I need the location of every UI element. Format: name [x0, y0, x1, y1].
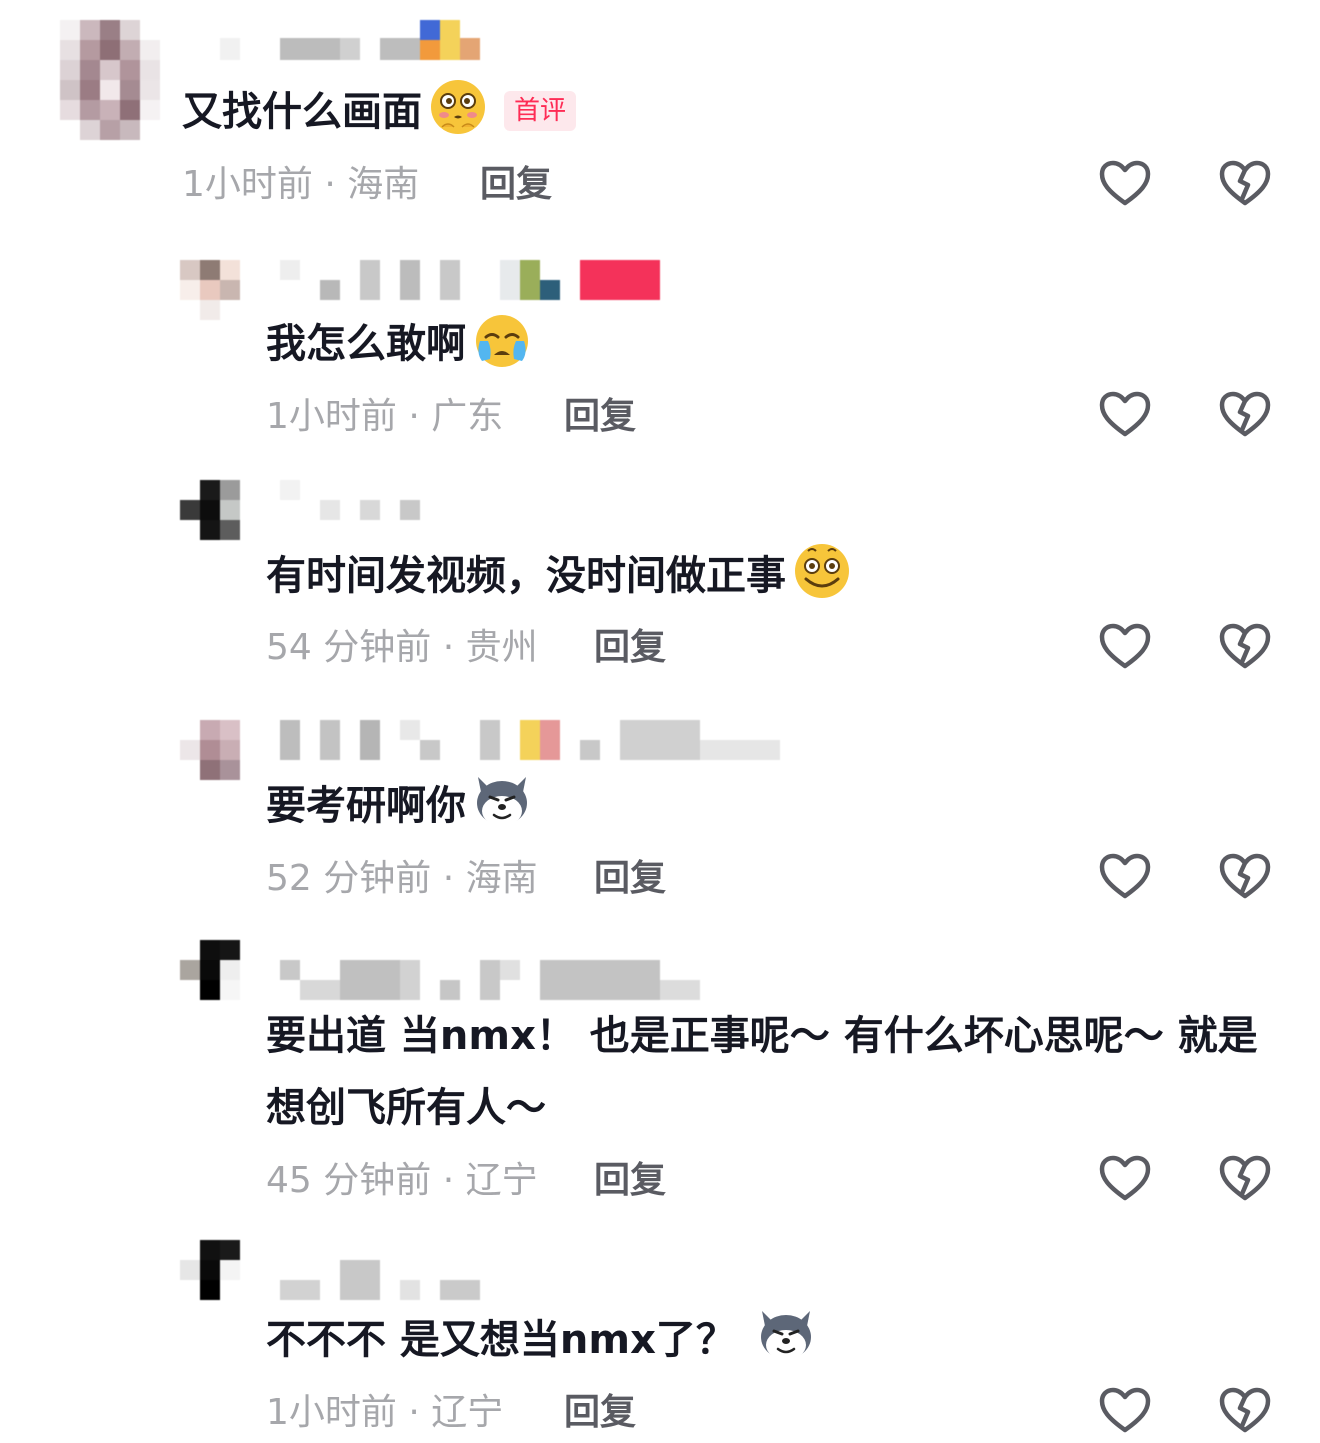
reply-button[interactable]: 回复: [564, 392, 636, 442]
avatar[interactable]: [180, 940, 240, 1000]
avatar[interactable]: [180, 260, 240, 320]
avatar[interactable]: [60, 20, 160, 140]
reply-button[interactable]: 回复: [564, 1388, 636, 1438]
heart-outline-icon: [1098, 388, 1152, 442]
reply-item: 要出道 当nmx！ 也是正事呢～ 有什么坏心思呢～ 就是想创飞所有人～ 45 分…: [0, 930, 1320, 1230]
crying-emoji-icon: [476, 315, 528, 367]
reply-item: 不不不 是又想当nmx了？ 1小时前 · 辽宁 回复: [0, 1230, 1320, 1443]
dislike-button[interactable]: [1218, 1384, 1272, 1438]
comment-text: 要出道 当nmx！ 也是正事呢～ 有什么坏心思呢～ 就是想创飞所有人～: [266, 1013, 1258, 1131]
husky-dog-emoji-icon: [760, 1311, 811, 1360]
like-button[interactable]: [1098, 620, 1152, 674]
reply-button[interactable]: 回复: [594, 1156, 666, 1206]
username-redacted[interactable]: [280, 260, 660, 300]
comment-text: 不不不 是又想当nmx了？: [266, 1304, 816, 1376]
reply-item: 我怎么敢啊 1小时前 · 广东 回复: [0, 240, 1320, 460]
avatar[interactable]: [180, 1240, 240, 1300]
first-comment-badge: 首评: [504, 91, 577, 131]
heart-outline-icon: [1098, 1152, 1152, 1206]
broken-heart-outline-icon: [1218, 1152, 1272, 1206]
heart-outline-icon: [1098, 620, 1152, 674]
comment-meta: 45 分钟前 · 辽宁: [266, 1160, 538, 1201]
comment-meta: 1小时前 · 广东: [266, 396, 504, 437]
comment-item: 又找什么画面 首评 1小时前 · 海南 回复: [0, 0, 1320, 230]
username-redacted[interactable]: [220, 20, 480, 60]
broken-heart-outline-icon: [1218, 620, 1272, 674]
dislike-button[interactable]: [1218, 388, 1272, 442]
username-redacted[interactable]: [280, 960, 700, 1000]
reply-button[interactable]: 回复: [480, 160, 552, 210]
like-button[interactable]: [1098, 1384, 1152, 1438]
comment-text: 要考研啊你: [266, 770, 532, 842]
username-redacted[interactable]: [280, 480, 420, 520]
avatar[interactable]: [180, 720, 240, 780]
like-button[interactable]: [1098, 388, 1152, 442]
dislike-button[interactable]: [1218, 620, 1272, 674]
reply-item: 有时间发视频，没时间做正事 54 分钟前 · 贵州 回复: [0, 460, 1320, 690]
comment-text: 我怎么敢啊: [266, 308, 532, 380]
broken-heart-outline-icon: [1218, 157, 1272, 211]
dislike-button[interactable]: [1218, 1152, 1272, 1206]
username-redacted[interactable]: [280, 720, 780, 760]
avatar[interactable]: [180, 480, 240, 540]
heart-outline-icon: [1098, 1384, 1152, 1438]
like-button[interactable]: [1098, 850, 1152, 904]
smiling-dizzy-emoji-icon: [795, 544, 849, 598]
broken-heart-outline-icon: [1218, 850, 1272, 904]
reply-button[interactable]: 回复: [594, 854, 666, 904]
comment-text: 有时间发视频，没时间做正事: [266, 540, 852, 612]
reply-button[interactable]: 回复: [594, 623, 666, 673]
comment-text: 又找什么画面 首评: [182, 76, 577, 148]
username-redacted[interactable]: [280, 1260, 480, 1300]
heart-outline-icon: [1098, 157, 1152, 211]
dislike-button[interactable]: [1218, 850, 1272, 904]
comment-meta: 52 分钟前 · 海南: [266, 858, 538, 899]
kissing-blushing-emoji-icon: [431, 80, 485, 134]
comment-meta: 54 分钟前 · 贵州: [266, 627, 538, 668]
comment-meta: 1小时前 · 海南: [182, 164, 420, 205]
like-button[interactable]: [1098, 157, 1152, 211]
reply-item: 要考研啊你 52 分钟前 · 海南 回复: [0, 700, 1320, 930]
like-button[interactable]: [1098, 1152, 1152, 1206]
heart-outline-icon: [1098, 850, 1152, 904]
dislike-button[interactable]: [1218, 157, 1272, 211]
broken-heart-outline-icon: [1218, 388, 1272, 442]
husky-dog-emoji-icon: [477, 777, 527, 826]
broken-heart-outline-icon: [1218, 1384, 1272, 1438]
comment-meta: 1小时前 · 辽宁: [266, 1392, 504, 1433]
